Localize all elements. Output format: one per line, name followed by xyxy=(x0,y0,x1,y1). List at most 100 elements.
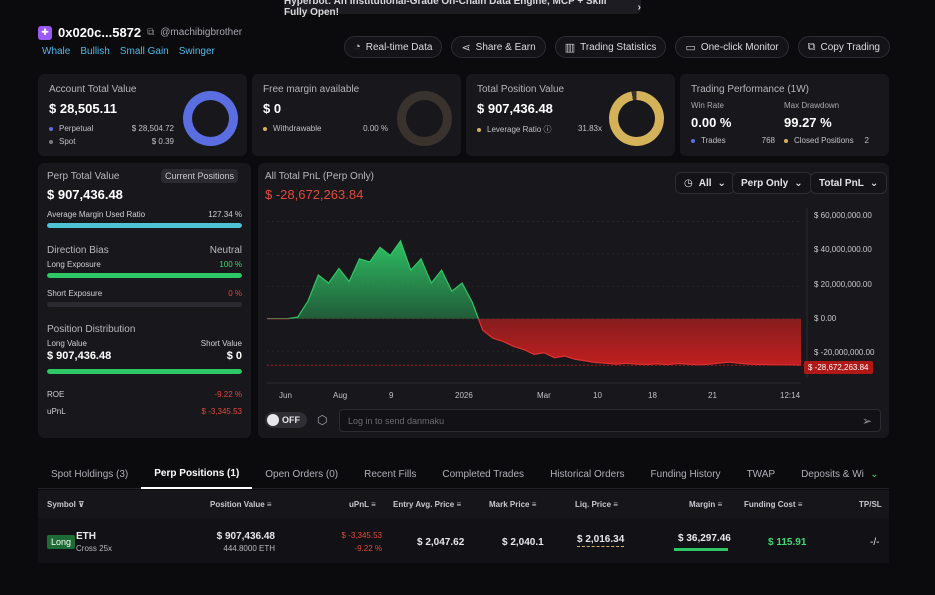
button-label: Copy Trading xyxy=(820,41,880,53)
tab-twap[interactable]: TWAP xyxy=(734,459,789,489)
positions-tabs: Spot Holdings (3) Perp Positions (1) Ope… xyxy=(38,459,889,489)
copy-icon[interactable]: ⧉ xyxy=(147,27,154,38)
danmaku-toggle[interactable]: OFF xyxy=(265,412,307,428)
withdrawable-value: 0.00 % xyxy=(363,124,388,133)
col-funding-cost[interactable]: Funding Cost ≡ xyxy=(744,500,802,509)
spot-value: $ 0.39 xyxy=(151,137,174,146)
tab-spot-holdings[interactable]: Spot Holdings (3) xyxy=(38,459,141,489)
long-exposure-value: 100 % xyxy=(219,260,242,269)
short-value-label: Short Value xyxy=(200,339,242,348)
margin-type: Cross 25x xyxy=(76,544,113,553)
margin-donut-chart xyxy=(397,91,452,146)
realtime-data-button[interactable]: ◔ Real-time Data xyxy=(344,36,443,58)
short-exposure-value: 0 % xyxy=(228,289,242,298)
liq-price: $ 2,016.34 xyxy=(577,534,625,547)
tab-perp-positions[interactable]: Perp Positions (1) xyxy=(141,459,253,489)
symbol[interactable]: ETH xyxy=(76,531,96,542)
card-label: Trading Performance (1W) xyxy=(691,84,809,95)
perp-label: Perpetual xyxy=(59,124,94,133)
chevron-right-icon: › xyxy=(637,1,641,13)
wallet-handle[interactable]: @machibigbrother xyxy=(160,27,242,38)
long-value: $ 907,436.48 xyxy=(47,350,112,362)
y-tick: $ -20,000,000.00 xyxy=(814,348,875,357)
chevron-down-icon[interactable]: ⌄ xyxy=(864,459,884,489)
withdrawable-label: Withdrawable xyxy=(273,124,322,133)
entry-price: $ 2,047.62 xyxy=(417,537,465,548)
banner-text: Hyperbot: An Institutional-Grade On-Chai… xyxy=(284,0,607,18)
current-positions-badge[interactable]: Current Positions xyxy=(161,169,239,183)
copy-icon: ⧉ xyxy=(807,40,816,53)
win-rate-value: 0.00 % xyxy=(691,115,732,130)
col-margin[interactable]: Margin ≡ xyxy=(689,500,722,509)
col-upnl[interactable]: uPnL ≡ xyxy=(349,500,376,509)
upnl-percent: -9.22 % xyxy=(354,544,382,553)
wallet-address: 0x020c...5872 xyxy=(58,25,142,40)
x-tick: 2026 xyxy=(455,391,473,400)
y-tick: $ 60,000,000.00 xyxy=(814,211,872,220)
header-actions: ◔ Real-time Data ⋖ Share & Earn ▥ Trading S… xyxy=(344,36,890,58)
col-position-value[interactable]: Position Value ≡ xyxy=(210,500,272,509)
position-donut-chart xyxy=(609,91,664,146)
announcement-banner[interactable]: Hyperbot: An Institutional-Grade On-Chai… xyxy=(284,0,641,18)
danmaku-input[interactable]: Log in to send danmaku ➢ xyxy=(339,409,881,432)
tag: Whale xyxy=(42,46,71,57)
trading-performance-card: Trading Performance (1W) Win Rate 0.00 %… xyxy=(680,74,889,156)
trading-statistics-button[interactable]: ▥ Trading Statistics xyxy=(554,36,667,58)
closed-positions-row: Closed Positions 2 xyxy=(784,136,869,145)
trades-label: Trades xyxy=(701,136,726,145)
roe-value: -9.22 % xyxy=(214,390,242,399)
col-symbol[interactable]: Symbol ⊽ xyxy=(47,500,85,509)
y-tick: $ 20,000,000.00 xyxy=(814,280,872,289)
card-label: Total Position Value xyxy=(477,84,565,95)
card-label: Account Total Value xyxy=(49,84,137,95)
position-distribution-label: Position Distribution xyxy=(47,324,136,335)
pnl-chart-panel: All Total PnL (Perp Only) $ -28,672,263.… xyxy=(258,163,889,438)
share-icon: ⋖ xyxy=(461,41,471,54)
col-liq-price[interactable]: Liq. Price ≡ xyxy=(575,500,618,509)
x-tick: 9 xyxy=(389,391,394,400)
x-tick: Aug xyxy=(333,391,348,400)
tag: Swinger xyxy=(178,46,215,57)
copy-trading-button[interactable]: ⧉ Copy Trading xyxy=(797,36,890,58)
long-exposure-bar xyxy=(47,273,242,278)
tab-funding-history[interactable]: Funding History xyxy=(638,459,734,489)
funding-cost: $ 115.91 xyxy=(768,537,807,548)
upnl: $ -3,345.53 xyxy=(341,531,382,540)
x-tick: Mar xyxy=(537,391,551,400)
long-exposure-label: Long Exposure xyxy=(47,260,101,269)
position-value: $ 907,436.48 xyxy=(216,531,275,542)
tpsl[interactable]: -/- xyxy=(870,537,879,548)
perp-total-value: $ 907,436.48 xyxy=(47,187,123,202)
perp-positions-table: Symbol ⊽ Position Value ≡ uPnL ≡ Entry A… xyxy=(38,490,889,563)
max-drawdown-value: 99.27 % xyxy=(784,115,832,130)
wallet-avatar-icon: ✚ xyxy=(38,25,52,40)
perp-value: $ 28,504.72 xyxy=(131,124,174,133)
button-label: Trading Statistics xyxy=(580,41,657,53)
info-icon[interactable]: ⓘ xyxy=(544,125,552,134)
wallet-header: ✚ 0x020c...5872 ⧉ @machibigbrother xyxy=(38,25,242,40)
mark-price: $ 2,040.1 xyxy=(502,537,544,548)
max-drawdown-label: Max Drawdown xyxy=(784,101,840,110)
avg-margin-label: Average Margin Used Ratio xyxy=(47,210,146,219)
spot-row: Spot $ 0.39 xyxy=(49,137,174,146)
tab-recent-fills[interactable]: Recent Fills xyxy=(351,459,429,489)
realtime-icon: ◔ xyxy=(354,41,361,53)
margin-bar xyxy=(674,548,728,551)
x-tick: 21 xyxy=(708,391,717,400)
closed-positions-label: Closed Positions xyxy=(794,136,854,145)
tab-completed-trades[interactable]: Completed Trades xyxy=(429,459,537,489)
tab-deposits-withdrawals[interactable]: Deposits & Withdrav xyxy=(788,459,864,489)
share-earn-button[interactable]: ⋖ Share & Earn xyxy=(451,36,546,58)
one-click-monitor-button[interactable]: ▭ One-click Monitor xyxy=(675,36,789,58)
col-entry-price[interactable]: Entry Avg. Price ≡ xyxy=(393,500,461,509)
col-mark-price[interactable]: Mark Price ≡ xyxy=(489,500,536,509)
tab-open-orders[interactable]: Open Orders (0) xyxy=(252,459,351,489)
current-pnl-tag: $ -28,672,263.84 xyxy=(804,361,873,374)
tab-historical-orders[interactable]: Historical Orders xyxy=(537,459,637,489)
send-icon[interactable]: ➢ xyxy=(862,414,872,428)
col-tpsl: TP/SL xyxy=(859,500,882,509)
direction-bias-label: Direction Bias xyxy=(47,245,109,256)
upnl-label: uPnL xyxy=(47,407,66,416)
settings-icon[interactable]: ⬡ xyxy=(317,413,327,427)
upnl-value: $ -3,345.53 xyxy=(201,407,242,416)
